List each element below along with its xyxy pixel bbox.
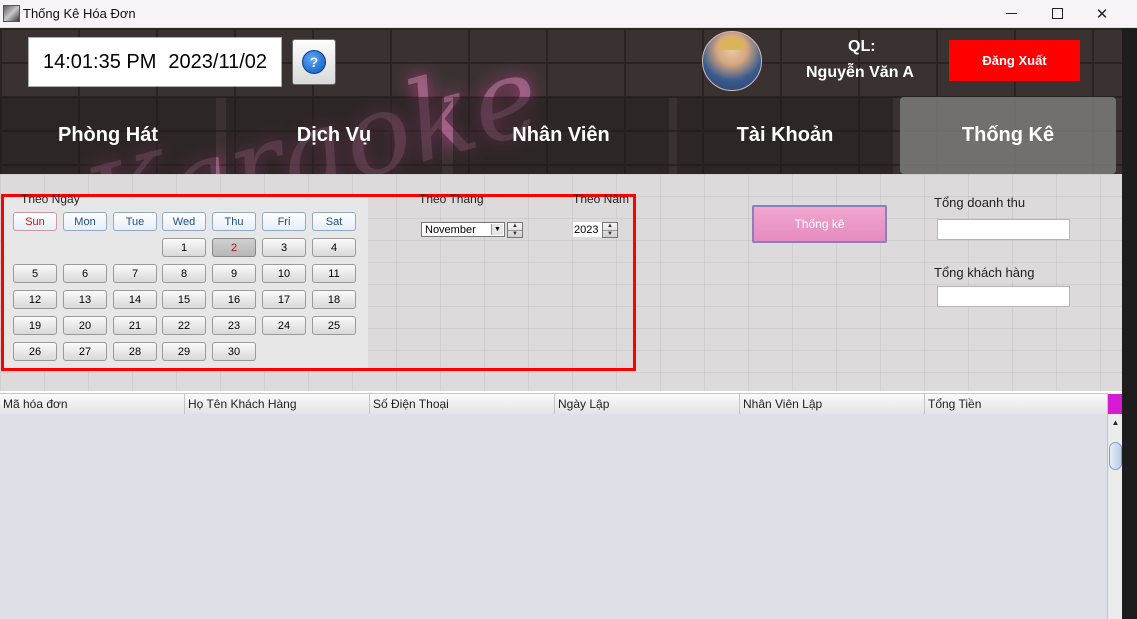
month-value: November	[425, 223, 476, 236]
help-icon: ?	[302, 50, 326, 74]
customers-field[interactable]	[937, 286, 1070, 307]
invoice-table[interactable]	[0, 414, 1108, 619]
calendar-day-button[interactable]: 22	[162, 316, 206, 335]
nav-tab-phong-hat[interactable]: Phòng Hát	[0, 97, 216, 174]
calendar-day-button[interactable]: 12	[13, 290, 57, 309]
month-select[interactable]: November ▼	[421, 222, 505, 237]
current-date: 2023/11/02	[168, 50, 268, 73]
calendar-day-button[interactable]: 1	[162, 238, 206, 257]
help-button[interactable]: ?	[292, 39, 336, 85]
calendar-day-button[interactable]: 16	[212, 290, 256, 309]
calendar-day-button[interactable]: 10	[262, 264, 306, 283]
calendar-day-button[interactable]: 23	[212, 316, 256, 335]
app-window: Thống Kê Hóa Đơn ✕ Karaoke 14:01:35 PM 2…	[0, 0, 1137, 619]
maximize-button[interactable]	[1034, 0, 1080, 27]
calendar-day-button[interactable]: 17	[262, 290, 306, 309]
calendar-day-button[interactable]: 24	[262, 316, 306, 335]
app-icon	[3, 5, 20, 22]
calendar-day-button[interactable]: 14	[113, 290, 157, 309]
by-month-label: Theo Tháng	[419, 192, 484, 206]
calendar-day-button[interactable]: 3	[262, 238, 306, 257]
weekday-header: Sat	[312, 212, 356, 231]
month-spinner[interactable]: ▲ ▼	[507, 222, 523, 238]
minimize-button[interactable]	[988, 0, 1034, 27]
column-header[interactable]: Số Điện Thoại	[370, 394, 555, 414]
spinner-down-icon[interactable]: ▼	[603, 229, 617, 238]
filter-panel: Theo Ngày Theo Tháng Theo Năm November ▼…	[0, 174, 1122, 391]
vertical-scrollbar[interactable]: ▲	[1107, 414, 1123, 619]
minimize-icon	[1005, 13, 1017, 14]
customers-label: Tổng khách hàng	[934, 265, 1035, 280]
accent-strip	[1108, 394, 1122, 414]
window-edge	[1122, 28, 1137, 619]
calendar-day-button[interactable]: 9	[212, 264, 256, 283]
calendar-day-button[interactable]: 27	[63, 342, 107, 361]
by-year-label: Theo Năm	[573, 192, 630, 206]
window-title: Thống Kê Hóa Đơn	[23, 6, 136, 21]
calendar-day-button[interactable]: 13	[63, 290, 107, 309]
calendar-day-button[interactable]: 7	[113, 264, 157, 283]
dropdown-arrow-icon[interactable]: ▼	[491, 224, 503, 235]
scroll-thumb[interactable]	[1109, 442, 1122, 470]
column-header[interactable]: Ngày Lập	[555, 394, 740, 414]
logout-button[interactable]: Đăng Xuất	[949, 40, 1080, 81]
calendar-day-button[interactable]: 2	[212, 238, 256, 257]
close-icon: ✕	[1095, 5, 1109, 23]
revenue-label: Tổng doanh thu	[934, 195, 1026, 210]
calendar-day-button[interactable]: 30	[212, 342, 256, 361]
calendar-day-button[interactable]: 19	[13, 316, 57, 335]
year-spinner[interactable]: ▲ ▼	[602, 222, 618, 238]
weekday-header: Thu	[212, 212, 256, 231]
weekday-header: Fri	[262, 212, 306, 231]
weekday-header: Sun	[13, 212, 57, 231]
nav-tab-thong-ke[interactable]: Thống Kê	[900, 97, 1116, 174]
column-header[interactable]: Nhân Viên Lập	[740, 394, 925, 414]
current-time: 14:01:35 PM	[42, 50, 157, 73]
calendar-day-button[interactable]: 18	[312, 290, 356, 309]
table-header: Mã hóa đơn Họ Tên Khách Hàng Số Điện Tho…	[0, 393, 1108, 415]
calendar-day-button[interactable]: 11	[312, 264, 356, 283]
manager-name: Nguyễn Văn A	[806, 64, 914, 81]
column-header[interactable]: Họ Tên Khách Hàng	[185, 394, 370, 414]
calendar-day-button[interactable]: 6	[63, 264, 107, 283]
clock-display: 14:01:35 PM 2023/11/02	[28, 37, 282, 87]
maximize-icon	[1051, 8, 1063, 19]
column-header[interactable]: Mã hóa đơn	[0, 394, 185, 414]
spinner-down-icon[interactable]: ▼	[508, 229, 522, 238]
main-nav: Phòng Hát Dịch Vụ Nhân Viên Tài Khoản Th…	[0, 97, 1122, 174]
avatar	[702, 31, 762, 91]
nav-tab-dich-vu[interactable]: Dịch Vụ	[226, 97, 442, 174]
nav-tab-nhan-vien[interactable]: Nhân Viên	[453, 97, 669, 174]
calendar-day-button[interactable]: 4	[312, 238, 356, 257]
nav-tab-tai-khoan[interactable]: Tài Khoản	[677, 97, 893, 174]
statistics-button[interactable]: Thống kê	[752, 205, 887, 243]
calendar-day-button[interactable]: 26	[13, 342, 57, 361]
calendar-day-button[interactable]: 28	[113, 342, 157, 361]
weekday-header: Tue	[113, 212, 157, 231]
header: Karaoke 14:01:35 PM 2023/11/02 ? QL: Ngu…	[0, 28, 1122, 174]
calendar-day-button[interactable]: 20	[63, 316, 107, 335]
by-day-label: Theo Ngày	[21, 192, 80, 206]
weekday-header: Mon	[63, 212, 107, 231]
calendar-day-button[interactable]: 25	[312, 316, 356, 335]
column-header[interactable]: Tổng Tiền	[925, 394, 1108, 414]
revenue-field[interactable]	[937, 219, 1070, 240]
manager-label: QL:	[848, 38, 876, 55]
title-bar: Thống Kê Hóa Đơn ✕	[0, 0, 1137, 28]
calendar-day-button[interactable]: 5	[13, 264, 57, 283]
calendar-day-button[interactable]: 8	[162, 264, 206, 283]
calendar-day-button[interactable]: 29	[162, 342, 206, 361]
calendar-day-button[interactable]: 15	[162, 290, 206, 309]
calendar-day-button[interactable]: 21	[113, 316, 157, 335]
close-button[interactable]: ✕	[1079, 0, 1125, 27]
scroll-up-icon[interactable]: ▲	[1110, 416, 1121, 428]
weekday-header: Wed	[162, 212, 206, 231]
year-field[interactable]: 2023	[573, 222, 603, 237]
